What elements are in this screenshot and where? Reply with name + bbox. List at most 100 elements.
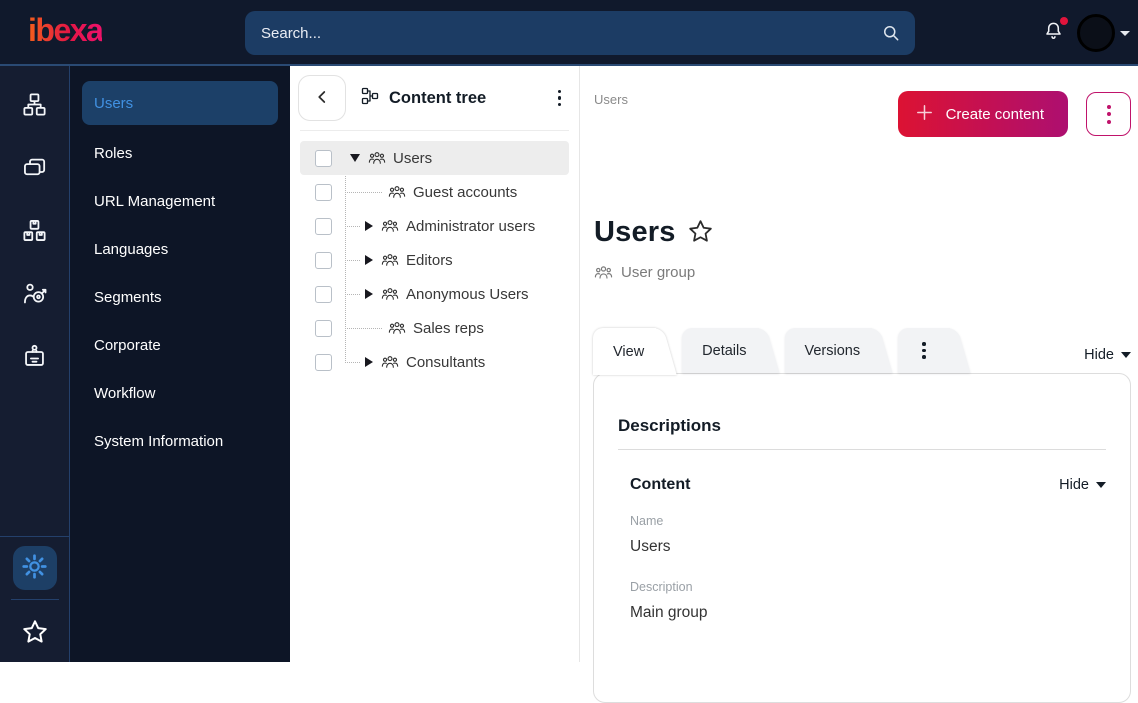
rail-item-personalization[interactable] — [0, 263, 69, 326]
tree-row-users[interactable]: Users — [300, 141, 569, 175]
tree-row-administrator-users[interactable]: Administrator users — [300, 209, 569, 243]
sidebar-item-users[interactable]: Users — [82, 81, 278, 125]
tab-details[interactable]: Details — [682, 328, 759, 373]
caret-down-icon — [1096, 482, 1106, 488]
person-target-icon — [21, 280, 48, 310]
kebab-icon — [922, 342, 926, 359]
tree-row-anonymous-users[interactable]: Anonymous Users — [300, 277, 569, 311]
sidebar-menu: Users Roles URL Management Languages Seg… — [70, 66, 290, 662]
tree-connector — [345, 293, 360, 295]
sidebar-item-roles[interactable]: Roles — [82, 129, 278, 177]
rail-item-settings[interactable] — [12, 546, 57, 590]
tree-options-button[interactable] — [552, 84, 568, 113]
group-title: Content — [630, 476, 691, 493]
tab-versions[interactable]: Versions — [784, 328, 873, 373]
tree-row-consultants[interactable]: Consultants — [300, 345, 569, 379]
topbar: ibexa — [0, 0, 1138, 66]
rail-item-corporate-accounts[interactable] — [0, 326, 69, 389]
page-title-row: Users — [594, 216, 714, 249]
content-field-group: Content Hide Name Users Description Main… — [630, 476, 1106, 622]
breadcrumb[interactable]: Users — [594, 92, 628, 107]
star-icon — [21, 618, 49, 649]
user-group-icon — [381, 285, 399, 303]
user-group-icon — [594, 263, 613, 282]
user-group-icon — [368, 149, 386, 167]
sidebar-item-workflow[interactable]: Workflow — [82, 369, 278, 417]
tree-row-editors[interactable]: Editors — [300, 243, 569, 277]
sidebar-item-segments[interactable]: Segments — [82, 273, 278, 321]
tree-checkbox[interactable] — [315, 183, 332, 201]
field-name: Name Users — [630, 514, 671, 555]
user-group-icon — [388, 319, 406, 337]
chevron-down-icon — [1120, 30, 1130, 36]
collapse-tree-button[interactable] — [298, 75, 346, 121]
sidebar-item-url-management[interactable]: URL Management — [82, 177, 278, 225]
sidebar-item-corporate[interactable]: Corporate — [82, 321, 278, 369]
sidebar-item-system-information[interactable]: System Information — [82, 417, 278, 465]
stacked-cards-icon — [21, 154, 48, 184]
search-input[interactable] — [245, 24, 881, 42]
hide-tab-content-button[interactable]: Hide — [1084, 347, 1131, 363]
section-title: Descriptions — [618, 416, 721, 435]
global-search — [245, 11, 915, 55]
tree-checkbox[interactable] — [315, 353, 332, 371]
boxes-icon — [21, 217, 48, 247]
tab-more[interactable] — [898, 328, 951, 373]
sidebar-item-languages[interactable]: Languages — [82, 225, 278, 273]
star-icon — [687, 218, 714, 248]
chevron-left-icon — [311, 86, 333, 111]
hide-group-button[interactable]: Hide — [1059, 477, 1106, 493]
collapse-node-icon[interactable] — [350, 154, 360, 162]
badge-icon — [21, 343, 48, 373]
expand-node-icon[interactable] — [365, 289, 373, 299]
sitemap-icon — [21, 91, 48, 121]
user-group-icon — [381, 251, 399, 269]
rail-divider — [0, 536, 69, 537]
view-tab-panel: Descriptions Content Hide Name Users Des… — [593, 373, 1131, 703]
tree-connector — [345, 259, 360, 261]
user-group-icon — [381, 217, 399, 235]
expand-node-icon[interactable] — [365, 255, 373, 265]
expand-node-icon[interactable] — [365, 357, 373, 367]
field-description: Description Main group — [630, 580, 708, 621]
notification-badge — [1060, 17, 1068, 25]
content-tree-panel: Content tree Users Guest accounts Admini… — [290, 66, 580, 662]
tree-row-sales-reps[interactable]: Sales reps — [300, 311, 569, 345]
page-title: Users — [594, 216, 676, 248]
topbar-actions — [1036, 0, 1130, 66]
tree-connector — [345, 225, 360, 227]
user-menu-button[interactable] — [1077, 14, 1130, 52]
rail-item-product-catalog[interactable] — [0, 200, 69, 263]
content-options-button[interactable] — [1086, 92, 1131, 136]
content-tree-title: Content tree — [360, 86, 552, 111]
tree-checkbox[interactable] — [315, 251, 332, 269]
expand-node-icon[interactable] — [365, 221, 373, 231]
ibexa-logo[interactable]: ibexa — [28, 12, 104, 49]
tree-row-guest-accounts[interactable]: Guest accounts — [300, 175, 569, 209]
tree-checkbox[interactable] — [315, 149, 332, 167]
tree-connector — [345, 361, 360, 363]
tab-bar: View Details Versions Hide — [593, 328, 1131, 375]
content-type-badge: User group — [594, 263, 695, 282]
rail-item-content-structure[interactable] — [0, 74, 69, 137]
favorite-star-button[interactable] — [687, 218, 714, 248]
create-content-button[interactable]: Create content — [897, 91, 1068, 137]
user-group-icon — [388, 183, 406, 201]
rail-divider — [10, 599, 59, 600]
search-icon[interactable] — [881, 23, 901, 43]
avatar — [1077, 14, 1115, 52]
tree-connector — [345, 327, 382, 329]
tree-icon — [360, 86, 380, 111]
gear-icon — [21, 553, 48, 583]
tab-view[interactable]: View — [593, 328, 657, 375]
tree-connector — [345, 191, 382, 193]
rail-item-bookmarks[interactable] — [0, 604, 69, 662]
tree-checkbox[interactable] — [315, 217, 332, 235]
notifications-button[interactable] — [1036, 14, 1071, 52]
content-tree-header: Content tree — [290, 66, 579, 130]
main-content: Users Create content Users User group Vi… — [580, 66, 1138, 703]
tree-checkbox[interactable] — [315, 285, 332, 303]
content-tree: Users Guest accounts Administrator users… — [290, 131, 579, 379]
tree-checkbox[interactable] — [315, 319, 332, 337]
rail-item-content-types[interactable] — [0, 137, 69, 200]
